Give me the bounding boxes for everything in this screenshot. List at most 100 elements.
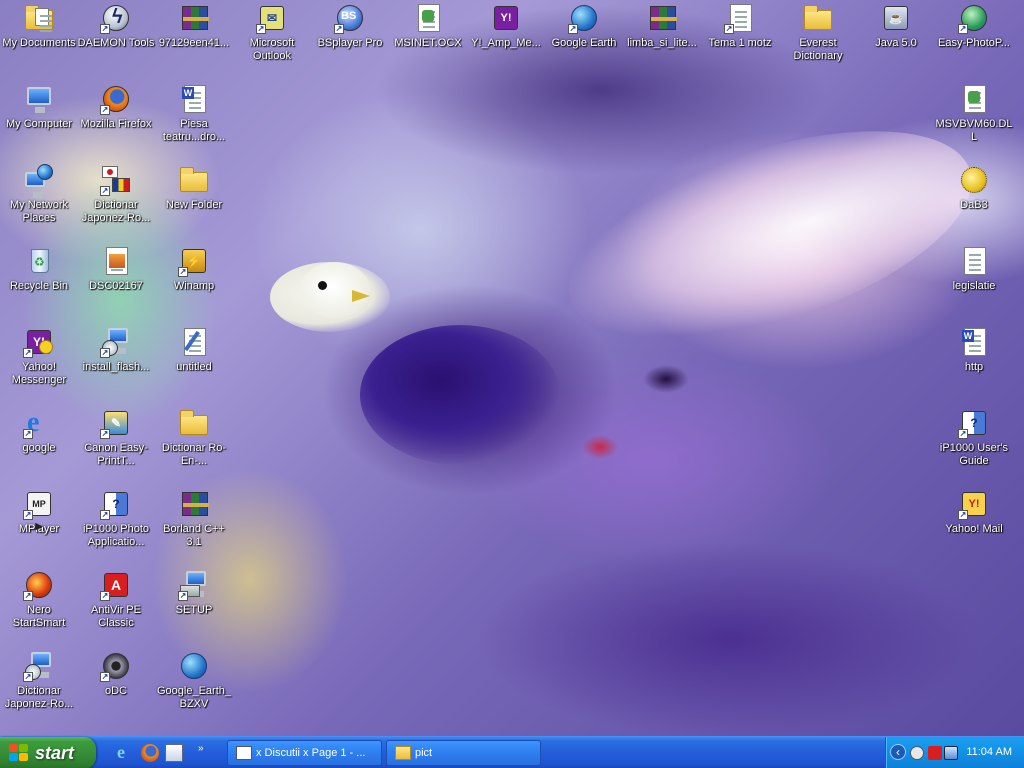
wallpaper-paint-spot (643, 365, 689, 393)
antivir-tray-icon[interactable] (928, 746, 942, 760)
desktop-icon-everest-dictionary[interactable]: Everest Dictionary (779, 2, 857, 63)
easy-photoprint-icon: ↗ (958, 2, 990, 34)
network-icon[interactable] (944, 746, 958, 760)
winrar-archive-icon (178, 488, 210, 520)
desktop-icon-borland-cpp[interactable]: Borland C++ 3.1 (155, 488, 233, 549)
desktop-icon-legislatie[interactable]: legislatie (935, 245, 1013, 293)
desktop-icon-canon-easy-printtoolbox[interactable]: ✎ ↗ Canon Easy-PrintT... (77, 407, 155, 468)
desktop-icon-google-earth-bzxv[interactable]: Google_Earth_BZXV (155, 650, 233, 711)
my-computer-icon (23, 83, 55, 115)
setup-icon: ↗ (178, 569, 210, 601)
desktop-icon-winrar-archive[interactable]: 97129een41... (155, 2, 233, 50)
desktop-icon-dictionar-ro-en[interactable]: Dictionar Ro-En-... (155, 407, 233, 468)
taskbar-button-pict[interactable]: pict (386, 740, 541, 766)
desktop-icon-yahoo-amp[interactable]: Y! Y!_Amp_Me... (467, 2, 545, 50)
desktop-icon-tema-1-motz[interactable]: ↗ Tema 1 motz (701, 2, 779, 50)
start-button-label: start (35, 742, 75, 763)
desktop-icon-my-computer[interactable]: My Computer (0, 83, 78, 131)
desktop-icon-label: Mozilla Firefox (80, 118, 152, 130)
desktop-icon-label: Dictionar Japonez-Ro... (4, 685, 74, 710)
desktop-icon-msvbvm60-dll[interactable]: MSVBVM60.DLL (935, 83, 1013, 144)
network-places-icon (23, 164, 55, 198)
desktop-icon-http[interactable]: W http (935, 326, 1013, 374)
system-tray: ‹ 11:04 AM (885, 737, 1024, 768)
wallpaper-dove-eye (318, 281, 327, 290)
nero-icon: ↗ (23, 569, 55, 601)
desktop-icon-odc[interactable]: ↗ oDC (77, 650, 155, 698)
desktop-icon-install-flash[interactable]: ↗ install_flash... (77, 326, 155, 374)
quicklaunch-firefox-icon[interactable] (141, 744, 159, 762)
desktop-icon-dictionar-japonez-installer[interactable]: ↗ Dictionar Japonez-Ro... (0, 650, 78, 711)
clock[interactable]: 11:04 AM (966, 746, 1012, 758)
folder-icon (395, 746, 411, 760)
help-book-icon: ? ↗ (958, 407, 990, 439)
desktop-icon-easy-photoprint[interactable]: ↗ Easy-PhotoP... (935, 2, 1013, 50)
desktop-icon-label: Recycle Bin (9, 280, 69, 292)
desktop-icon-new-folder[interactable]: New Folder (155, 164, 233, 212)
winamp-icon: ⚡ ↗ (178, 245, 210, 277)
tray-expand-arrow[interactable]: ‹ (890, 744, 906, 760)
desktop-icon-label: DAEMON Tools (77, 37, 155, 49)
desktop-icon-winrar-archive[interactable]: limba_si_lite... (623, 2, 701, 50)
desktop-icon-piesa-teatru[interactable]: W Piesa teatru...dro... (155, 83, 233, 144)
winrar-archive-icon (178, 2, 210, 34)
desktop-icon-label: Nero StartSmart (12, 604, 66, 629)
desktop-icon-java[interactable]: ☕ Java 5.0 (857, 2, 935, 50)
word-document-icon: W (178, 83, 210, 115)
paint-image-icon (178, 326, 210, 358)
desktop-icon-label: Google_Earth_BZXV (157, 685, 231, 710)
outlook-icon: ✉ ↗ (256, 2, 288, 34)
quicklaunch-more-arrow[interactable]: » (198, 743, 204, 754)
volume-icon[interactable] (910, 746, 924, 760)
taskbar-button-browser[interactable]: x Discutii x Page 1 - ... (227, 740, 382, 766)
desktop-icon-msinet-ocx[interactable]: MSINET.OCX (389, 2, 467, 50)
desktop-icon-microsoft-outlook[interactable]: ✉ ↗ Microsoft Outlook (233, 2, 311, 63)
wallpaper-wing-highlight (544, 89, 996, 381)
java-icon: ☕ (880, 2, 912, 34)
wallpaper-paint-spot (582, 435, 618, 459)
folder-documents-icon (23, 2, 55, 34)
desktop-icon-nero-startsmart[interactable]: ↗ Nero StartSmart (0, 569, 78, 630)
desktop-icon-winamp[interactable]: ⚡ ↗ Winamp (155, 245, 233, 293)
desktop-icon-mplayer[interactable]: MP ▶↗ MPlayer (0, 488, 78, 536)
desktop-icon-setup[interactable]: ↗ SETUP (155, 569, 233, 617)
desktop-icon-untitled[interactable]: untitled (155, 326, 233, 374)
desktop-icon-yahoo-mail[interactable]: Y! ↗ Yahoo! Mail (935, 488, 1013, 536)
desktop-icon-my-documents[interactable]: My Documents (0, 2, 78, 50)
desktop-icon-ip1000-photo-application[interactable]: ? ↗ iP1000 Photo Applicatio... (77, 488, 155, 549)
desktop-icon-daemon-tools[interactable]: ϟ ↗ DAEMON Tools (77, 2, 155, 50)
quicklaunch-internet-explorer-icon[interactable]: e (117, 743, 135, 762)
start-button[interactable]: start (0, 737, 96, 768)
mplayer-icon: MP ▶ ↗ (23, 488, 55, 531)
bsplayer-icon: BS ↗ (334, 2, 366, 34)
desktop-icon-ip1000-users-guide[interactable]: ? ↗ iP1000 User's Guide (935, 407, 1013, 468)
desktop-icon-label: MSVBVM60.DLL (935, 118, 1013, 143)
desktop-icon-dictionar-japonez[interactable]: ↗ Dictionar Japonez-Ro... (77, 164, 155, 225)
browser-window-icon (236, 746, 252, 760)
system-file-icon (412, 2, 444, 34)
desktop-icon-label: install_flash... (82, 361, 150, 373)
desktop-icon-label: MSINET.OCX (394, 37, 462, 49)
desktop-icon-label: Canon Easy-PrintT... (84, 442, 148, 467)
desktop-icon-mozilla-firefox[interactable]: ↗ Mozilla Firefox (77, 83, 155, 131)
desktop-icon-recycle-bin[interactable]: Recycle Bin (0, 245, 78, 293)
desktop-icon-dsc02167[interactable]: DSC02167 (77, 245, 155, 293)
desktop-icon-yahoo-messenger[interactable]: Y! ↗ Yahoo! Messenger (0, 326, 78, 387)
desktop-icon-label: DSC02167 (89, 280, 143, 292)
desktop-icon-antivir[interactable]: A ↗ AntiVir PE Classic (77, 569, 155, 630)
quicklaunch-show-desktop-icon[interactable] (165, 744, 183, 762)
desktop-icon-google[interactable]: e ↗ google (0, 407, 78, 455)
desktop-icon-google-earth[interactable]: ↗ Google Earth (545, 2, 623, 50)
pufferfish-icon (958, 164, 990, 196)
desktop-icon-my-network-places[interactable]: My Network Places (0, 164, 78, 225)
desktop-icon-label: oDC (104, 685, 127, 697)
google-earth-icon: ↗ (568, 2, 600, 34)
desktop-icon-bsplayer[interactable]: BS ↗ BSplayer Pro (311, 2, 389, 50)
desktop-icon-label: Yahoo! Mail (945, 523, 1003, 535)
internet-explorer-icon: e ↗ (23, 407, 40, 439)
desktop-icon-dab3[interactable]: DaB3 (935, 164, 1013, 212)
desktop-icon-label: google (22, 442, 56, 454)
taskbar-button-label: pict (415, 747, 433, 759)
system-file-icon (958, 83, 990, 115)
desktop-icon-label: untitled (176, 361, 212, 373)
